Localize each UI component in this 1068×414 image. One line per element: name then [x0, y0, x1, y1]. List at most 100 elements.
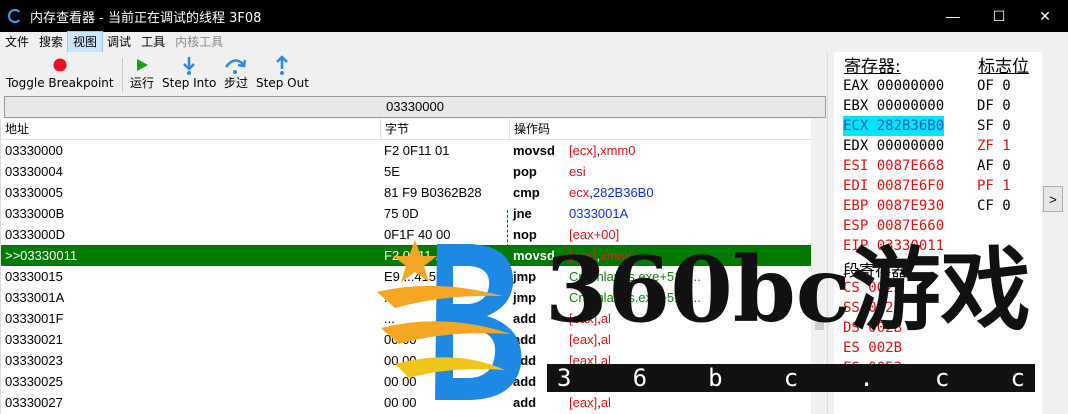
- menu-bar: 文件 搜索 视图 调试 工具 内核工具: [0, 31, 833, 53]
- breakpoint-icon: [53, 58, 67, 72]
- table-row[interactable]: 03330005 81 F9 B0362B28 cmp ecx,282B36B0: [1, 182, 811, 203]
- table-row[interactable]: 03330000 F2 0F11 01 movsd [ecx],xmm0: [1, 140, 811, 161]
- step-over-button[interactable]: 步过: [223, 54, 249, 94]
- panel-splitter[interactable]: [827, 52, 834, 414]
- watermark-url-char: b: [708, 364, 723, 392]
- menu-debug[interactable]: 调试: [102, 32, 136, 52]
- register-row[interactable]: EDI 0087E6F0: [843, 176, 944, 196]
- step-over-label: 步过: [223, 76, 248, 90]
- flag-row[interactable]: ZF 1: [977, 136, 1011, 156]
- operand-token: ecx: [569, 185, 590, 200]
- run-icon: [137, 59, 148, 71]
- flag-row[interactable]: DF 0: [977, 96, 1011, 116]
- toggle-breakpoint-button[interactable]: Toggle Breakpoint: [6, 54, 114, 94]
- row-address: >>03330011: [5, 248, 78, 263]
- row-opcode: pop: [513, 164, 537, 179]
- step-over-icon: [225, 59, 247, 74]
- row-address: 03330000: [5, 143, 63, 158]
- operand-token: xmm0: [600, 143, 636, 158]
- run-label: 运行: [130, 76, 155, 90]
- row-bytes: 75 0D: [384, 206, 419, 221]
- watermark-url-char: c: [783, 364, 799, 392]
- table-row[interactable]: 0333000B 75 0D jne 0333001A: [1, 203, 811, 224]
- register-row[interactable]: EAX 00000000: [843, 76, 944, 96]
- flag-row[interactable]: AF 0: [977, 156, 1011, 176]
- row-opcode: movsd: [513, 143, 555, 158]
- menu-view[interactable]: 视图: [67, 31, 104, 53]
- run-button[interactable]: 运行: [130, 54, 154, 94]
- operand-token: al: [600, 395, 611, 410]
- table-row[interactable]: 03330004 5E pop esi: [1, 161, 811, 182]
- operand-token: [eax]: [569, 395, 598, 410]
- operand-token: 282B36B0: [592, 185, 654, 200]
- title-bar: 内存查看器 - 当前正在调试的线程 3F08 — ☐ ✕: [0, 0, 1068, 32]
- register-row[interactable]: EBX 00000000: [843, 96, 944, 116]
- flags-title: 标志位: [978, 57, 1029, 77]
- window-title: 内存查看器 - 当前正在调试的线程 3F08: [30, 10, 262, 26]
- toolbar-separator: [122, 58, 123, 92]
- menu-file[interactable]: 文件: [0, 32, 34, 52]
- registers-panel: 寄存器: 标志位 EAX 00000000 EBX 00000000 ECX 282…: [834, 52, 1042, 414]
- minimize-button[interactable]: —: [930, 0, 976, 32]
- row-address: 0333001A: [5, 290, 65, 305]
- step-into-button[interactable]: Step Into: [162, 54, 216, 94]
- row-opcode: jne: [513, 206, 532, 221]
- row-operands: 0333001A: [569, 203, 628, 224]
- flag-row[interactable]: OF 0: [977, 76, 1011, 96]
- register-row[interactable]: EBP 0087E930: [843, 196, 944, 216]
- step-out-icon: [276, 55, 289, 75]
- watermark-url-char: 6: [632, 364, 648, 392]
- menu-search[interactable]: 搜索: [34, 32, 68, 52]
- column-header-opcode[interactable]: 操作码: [510, 119, 811, 140]
- register-row[interactable]: EDX 00000000: [843, 136, 944, 156]
- app-icon: [8, 9, 22, 23]
- row-address: 03330027: [5, 395, 63, 410]
- watermark-url-char: .: [859, 364, 874, 392]
- disassembly-header: 地址 字节 操作码: [1, 119, 811, 140]
- watermark-url-char: 3: [557, 364, 572, 392]
- row-address: 03330021: [5, 332, 63, 347]
- row-address: 03330004: [5, 164, 63, 179]
- maximize-button[interactable]: ☐: [976, 0, 1022, 32]
- row-operands: esi: [569, 161, 586, 182]
- operand-token: [ecx]: [569, 143, 597, 158]
- flag-row[interactable]: PF 1: [977, 176, 1011, 196]
- expand-panel-button[interactable]: >: [1043, 186, 1063, 212]
- row-address: 03330015: [5, 269, 63, 284]
- row-address: 03330025: [5, 374, 63, 389]
- row-operands: [eax],al: [569, 392, 611, 413]
- address-bar[interactable]: 03330000: [4, 96, 826, 118]
- row-address: 0333000B: [5, 206, 65, 221]
- row-address: 03330023: [5, 353, 63, 368]
- row-opcode: cmp: [513, 185, 540, 200]
- register-row[interactable]: ESI 0087E668: [843, 156, 944, 176]
- watermark-logo: [377, 240, 522, 400]
- watermark-url-char: c: [1010, 364, 1025, 392]
- row-bytes: F2 0F11 01: [384, 143, 450, 158]
- row-operands: [ecx],xmm0: [569, 140, 635, 161]
- flag-row[interactable]: CF 0: [977, 196, 1011, 216]
- close-button[interactable]: ✕: [1022, 0, 1068, 32]
- register-row[interactable]: ESP 0087E660: [843, 216, 944, 236]
- column-header-address[interactable]: 地址: [1, 119, 381, 140]
- menu-kernel-tools[interactable]: 内核工具: [170, 32, 228, 52]
- registers-title: 寄存器:: [844, 57, 901, 77]
- row-address: 0333001F: [5, 311, 64, 326]
- operand-token: esi: [569, 164, 586, 179]
- menu-tools[interactable]: 工具: [136, 32, 170, 52]
- window-controls: — ☐ ✕: [930, 0, 1068, 32]
- row-address: 0333000D: [5, 227, 65, 242]
- flag-row[interactable]: SF 0: [977, 116, 1011, 136]
- row-operands: ecx,282B36B0: [569, 182, 654, 203]
- watermark-url-bar: 3 6 b c. c c: [547, 364, 1035, 392]
- step-out-button[interactable]: Step Out: [256, 54, 309, 94]
- toggle-breakpoint-label: Toggle Breakpoint: [6, 76, 114, 90]
- row-bytes: 81 F9 B0362B28: [384, 185, 482, 200]
- column-header-bytes[interactable]: 字节: [381, 119, 510, 140]
- row-bytes: 5E: [384, 164, 400, 179]
- step-into-label: Step Into: [162, 76, 217, 90]
- toolbar: Toggle Breakpoint 运行 Step Into 步过 Step O…: [0, 52, 833, 96]
- register-row[interactable]: ECX 282B36B0: [843, 116, 945, 136]
- watermark-url-char: c: [934, 364, 950, 392]
- row-address: 03330005: [5, 185, 63, 200]
